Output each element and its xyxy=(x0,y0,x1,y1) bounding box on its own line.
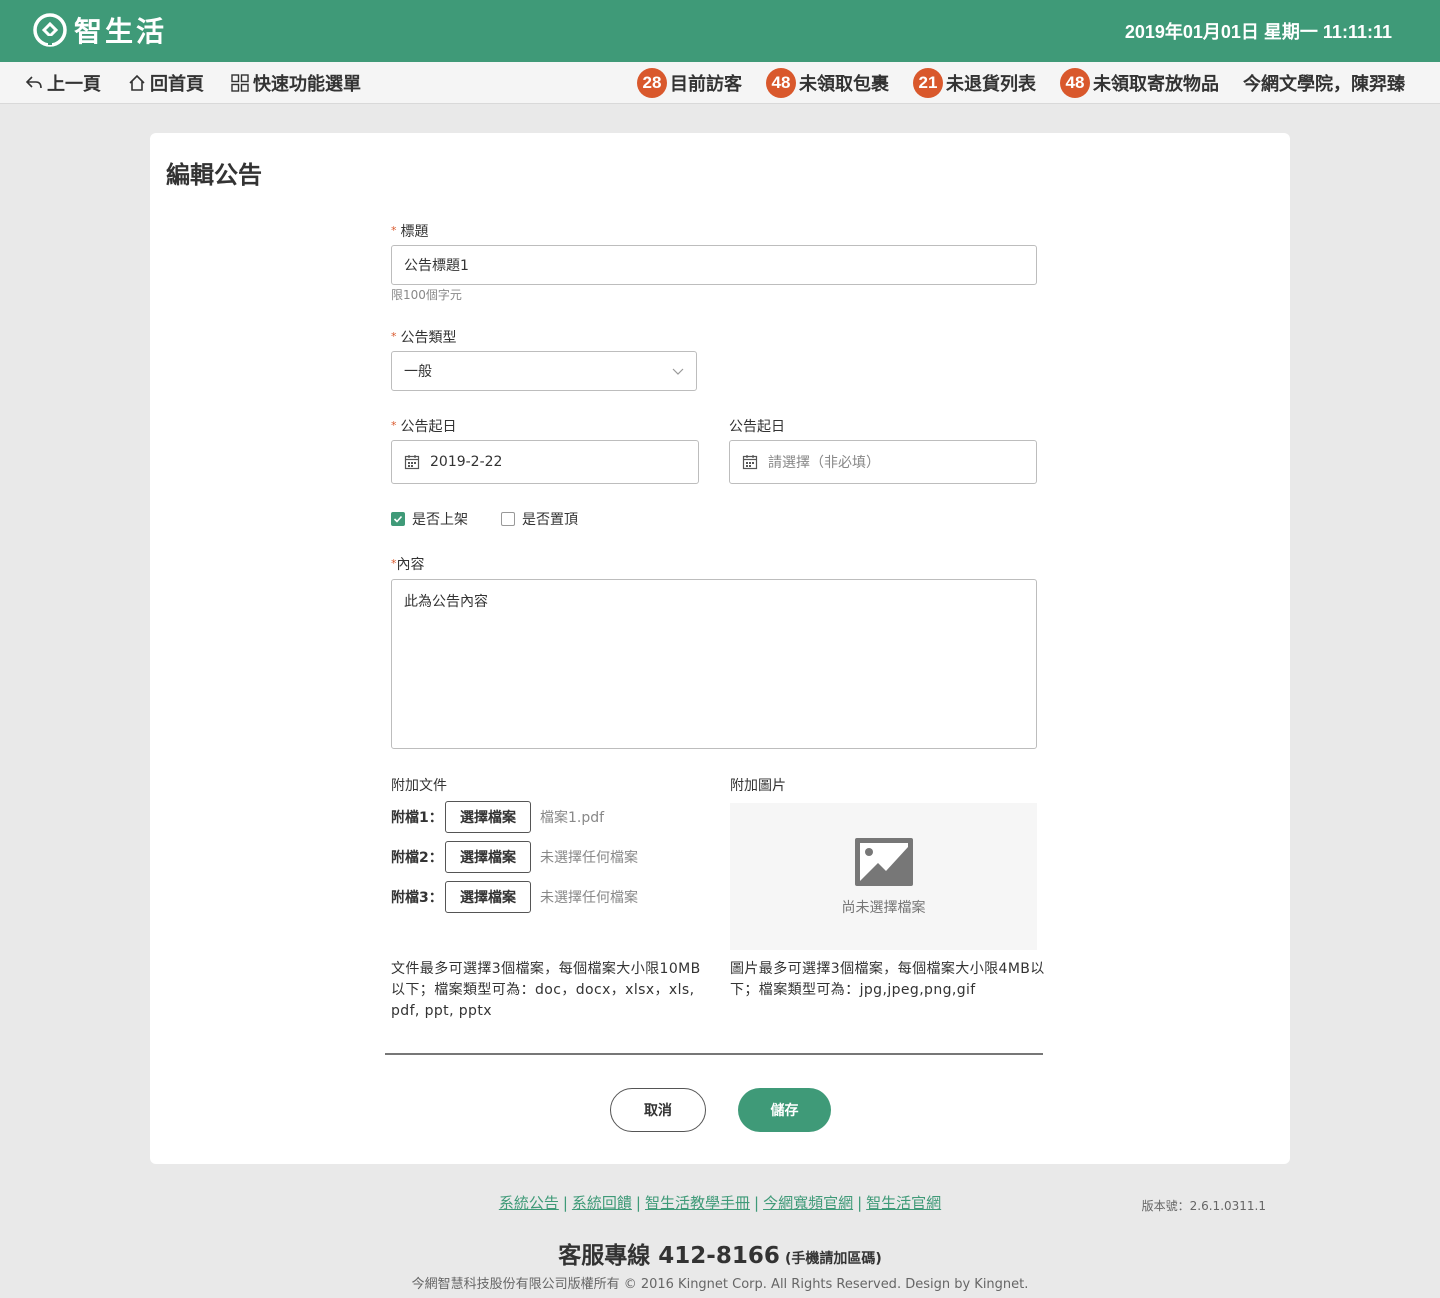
content-value: 此為公告內容 xyxy=(404,594,488,610)
choose-file-button[interactable]: 選擇檔案 xyxy=(445,841,531,873)
publish-checkbox[interactable]: 是否上架 xyxy=(391,509,468,529)
attachments-label: 附加文件 xyxy=(391,778,447,794)
stat-packages[interactable]: 48 未領取包裹 xyxy=(766,68,889,98)
required-mark: * xyxy=(391,419,397,432)
attachment-label: 附檔2： xyxy=(391,850,443,866)
file-name: 未選擇任何檔案 xyxy=(540,890,638,906)
attachment-row-2: 附檔2： 選擇檔案 未選擇任何檔案 xyxy=(391,841,638,873)
page-title: 編輯公告 xyxy=(166,161,262,189)
label-text: 公告起日 xyxy=(400,419,457,435)
images-label: 附加圖片 xyxy=(730,778,786,794)
start-date-label: * 公告起日 xyxy=(391,416,457,436)
count-badge: 48 xyxy=(1060,68,1090,98)
title-value: 公告標題1 xyxy=(404,258,469,274)
choose-file-button[interactable]: 選擇檔案 xyxy=(445,881,531,913)
separator: | xyxy=(562,1194,568,1212)
stat-visitors[interactable]: 28 目前訪客 xyxy=(637,68,742,98)
check-icon xyxy=(393,515,403,523)
image-upload-area[interactable]: 尚未選擇檔案 xyxy=(730,803,1037,950)
cancel-button[interactable]: 取消 xyxy=(610,1088,706,1132)
footer-link-kingnet[interactable]: 今網寬頻官網 xyxy=(763,1194,853,1212)
chevron-down-icon xyxy=(672,368,684,375)
footer-link-manual[interactable]: 智生活教學手冊 xyxy=(645,1194,750,1212)
separator: | xyxy=(754,1194,760,1212)
type-field-label: * 公告類型 xyxy=(391,327,457,347)
count-badge: 21 xyxy=(913,68,943,98)
content-textarea[interactable]: 此為公告內容 xyxy=(391,579,1037,749)
publish-label: 是否上架 xyxy=(412,512,468,528)
label-text: 公告類型 xyxy=(400,330,457,346)
divider xyxy=(385,1053,1043,1055)
stat-returns[interactable]: 21 未退貨列表 xyxy=(913,68,1036,98)
stat-label: 目前訪客 xyxy=(670,74,742,95)
quick-menu-link[interactable]: 快速功能選單 xyxy=(230,70,361,96)
label-text: 內容 xyxy=(396,557,425,573)
required-mark: * xyxy=(391,224,397,237)
required-mark: * xyxy=(391,330,397,343)
attachment-row-1: 附檔1： 選擇檔案 檔案1.pdf xyxy=(391,801,604,833)
user-name[interactable]: 今網文學院，陳羿臻 xyxy=(1243,70,1405,96)
title-input[interactable]: 公告標題1 xyxy=(391,245,1037,285)
attachment-label: 附檔1： xyxy=(391,810,443,826)
back-label: 上一頁 xyxy=(47,74,101,95)
end-date-input[interactable]: 請選擇（非必填） xyxy=(729,440,1037,484)
current-datetime: 2019年01月01日 星期一 11:11:11 xyxy=(1124,22,1392,42)
edit-announcement-card: 編輯公告 * 標題 公告標題1 限100個字元 * 公告類型 一般 * 公告起日 20… xyxy=(150,133,1290,1164)
app-name: 智生活 xyxy=(74,15,168,48)
image-placeholder-icon xyxy=(854,837,913,886)
nav-bar: 上一頁 回首頁 快速功能選單 28 目前訪客 48 未領取包裹 21 未退貨列表… xyxy=(0,62,1440,104)
type-select[interactable]: 一般 xyxy=(391,351,697,391)
checkbox-unchecked[interactable] xyxy=(501,512,515,526)
file-name: 未選擇任何檔案 xyxy=(540,850,638,866)
home-icon xyxy=(129,74,145,91)
stat-label: 未退貨列表 xyxy=(946,74,1036,95)
title-hint: 限100個字元 xyxy=(391,288,462,302)
logo-icon xyxy=(33,13,67,47)
hotline-note: (手機請加區碼) xyxy=(784,1251,882,1267)
calendar-icon xyxy=(404,455,420,470)
label-text: 標題 xyxy=(400,224,429,240)
hotline-number: 客服專線 412-8166 xyxy=(558,1243,780,1269)
back-link[interactable]: 上一頁 xyxy=(24,70,101,96)
attachment-label: 附檔3： xyxy=(391,890,443,906)
stat-label: 未領取寄放物品 xyxy=(1093,74,1219,95)
separator: | xyxy=(857,1194,863,1212)
save-button[interactable]: 儲存 xyxy=(738,1088,831,1132)
content-label: *內容 xyxy=(391,554,425,574)
title-field-label: * 標題 xyxy=(391,221,429,241)
start-date-value: 2019-2-22 xyxy=(430,454,503,470)
footer-link-announcements[interactable]: 系統公告 xyxy=(499,1194,559,1212)
pin-checkbox[interactable]: 是否置頂 xyxy=(501,509,578,529)
separator: | xyxy=(635,1194,641,1212)
no-image-text: 尚未選擇檔案 xyxy=(841,899,926,916)
images-note: 圖片最多可選擇3個檔案，每個檔案大小限4MB以下；檔案類型可為：jpg,jpeg… xyxy=(730,961,1045,998)
customer-hotline: 客服專線 412-8166 (手機請加區碼) xyxy=(0,1236,1440,1270)
app-logo[interactable]: 智生活 xyxy=(32,10,167,50)
home-label: 回首頁 xyxy=(150,74,204,95)
end-date-label: 公告起日 xyxy=(729,419,785,435)
stat-deposits[interactable]: 48 未領取寄放物品 xyxy=(1060,68,1219,98)
count-badge: 48 xyxy=(766,68,796,98)
quick-menu-label: 快速功能選單 xyxy=(253,74,361,95)
start-date-input[interactable]: 2019-2-22 xyxy=(391,440,699,484)
type-value: 一般 xyxy=(404,364,432,380)
checkbox-checked[interactable] xyxy=(391,512,405,526)
attachment-row-3: 附檔3： 選擇檔案 未選擇任何檔案 xyxy=(391,881,638,913)
end-date-placeholder: 請選擇（非必填） xyxy=(768,455,880,471)
copyright: 今網智慧科技股份有限公司版權所有 © 2016 Kingnet Corp. Al… xyxy=(411,1277,1029,1292)
home-link[interactable]: 回首頁 xyxy=(127,70,204,96)
footer-link-official[interactable]: 智生活官網 xyxy=(866,1194,941,1212)
file-name: 檔案1.pdf xyxy=(540,810,605,826)
stat-label: 未領取包裹 xyxy=(799,74,889,95)
back-arrow-icon xyxy=(25,76,42,89)
choose-file-button[interactable]: 選擇檔案 xyxy=(445,801,531,833)
grid-icon xyxy=(231,74,249,92)
files-note: 文件最多可選擇3個檔案，每個檔案大小限10MB以下；檔案類型可為：doc，doc… xyxy=(391,961,701,1019)
top-header: 智生活 2019年01月01日 星期一 11:11:11 xyxy=(0,0,1440,62)
version-number: 版本號：2.6.1.0311.1 xyxy=(1141,1199,1266,1213)
footer-link-feedback[interactable]: 系統回饋 xyxy=(572,1194,632,1212)
count-badge: 28 xyxy=(637,68,667,98)
calendar-icon xyxy=(742,455,758,470)
pin-label: 是否置頂 xyxy=(522,512,578,528)
